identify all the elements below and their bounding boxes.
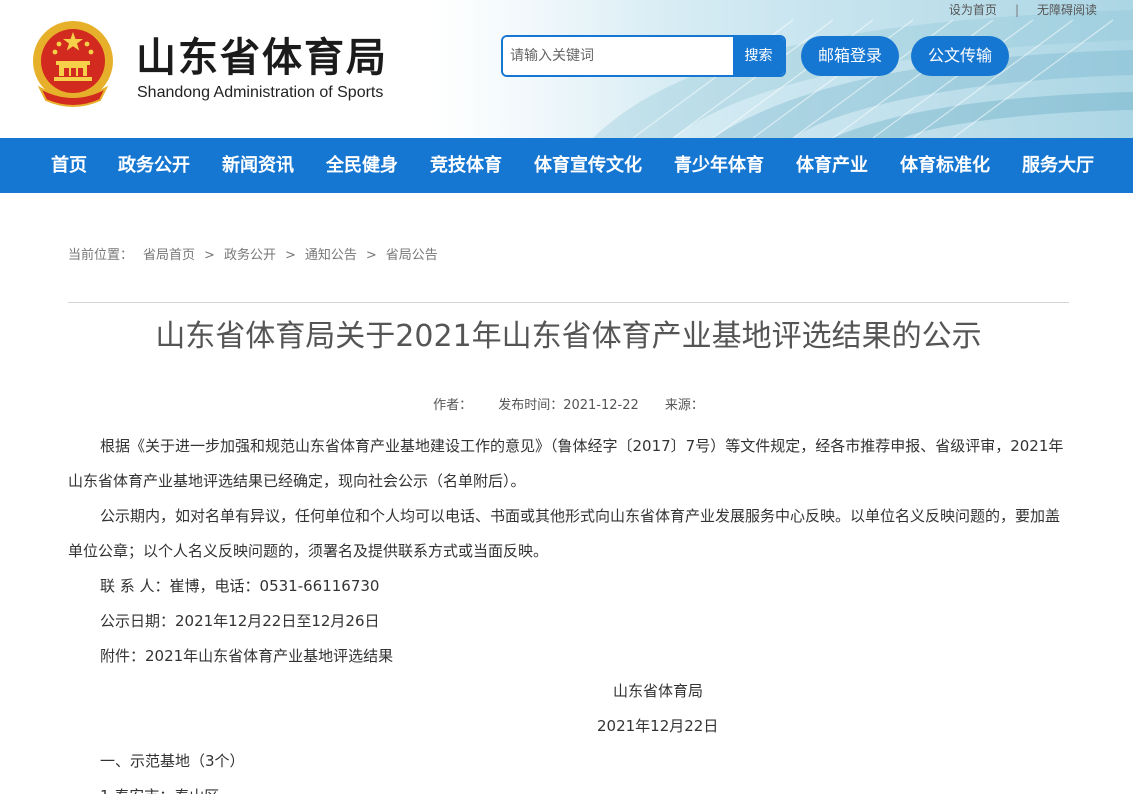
site-subtitle: Shandong Administration of Sports bbox=[137, 84, 384, 101]
nav-item-sports-industry[interactable]: 体育产业 bbox=[796, 138, 868, 193]
article-period: 公示日期：2021年12月22日至12月26日 bbox=[100, 612, 380, 630]
search-button[interactable]: 搜索 bbox=[733, 37, 784, 75]
article-meta: 作者： 发布时间：2021-12-22 来源： bbox=[68, 397, 1069, 415]
document-transfer-button[interactable]: 公文传输 bbox=[911, 36, 1009, 76]
breadcrumb-item-government-affairs[interactable]: 政务公开 bbox=[224, 247, 276, 265]
article-body: 根据《关于进一步加强和规范山东省体育产业基地建设工作的意见》（鲁体经字〔2017… bbox=[68, 429, 1069, 794]
article-paragraph: 根据《关于进一步加强和规范山东省体育产业基地建设工作的意见》（鲁体经字〔2017… bbox=[68, 437, 1064, 490]
nav-item-standardization[interactable]: 体育标准化 bbox=[900, 138, 990, 193]
breadcrumb-separator: > bbox=[204, 248, 215, 263]
nav-item-sports-culture[interactable]: 体育宣传文化 bbox=[534, 138, 642, 193]
article-signature: 山东省体育局 bbox=[613, 682, 704, 700]
article-list-item: 1.泰安市：泰山区 bbox=[68, 779, 1069, 794]
nav-item-youth-sports[interactable]: 青少年体育 bbox=[674, 138, 764, 193]
search-box: 搜索 bbox=[501, 35, 786, 77]
article-source: 来源： bbox=[664, 398, 704, 413]
breadcrumb-separator: > bbox=[284, 248, 296, 263]
set-homepage-link[interactable]: 设为首页 bbox=[949, 2, 997, 18]
national-emblem-icon bbox=[33, 21, 113, 107]
accessibility-link[interactable]: 无障碍阅读 bbox=[1037, 2, 1097, 18]
article-paragraph: 公示期内，如对名单有异议，任何单位和个人均可以电话、书面或其他形式向山东省体育产… bbox=[68, 507, 1061, 560]
mail-login-button[interactable]: 邮箱登录 bbox=[801, 36, 899, 76]
breadcrumb-label: 当前位置： bbox=[68, 248, 134, 263]
article-section-heading: 一、示范基地（3个） bbox=[100, 752, 245, 770]
article-publish-date: 发布时间：2021-12-22 bbox=[498, 398, 639, 413]
site-title: 山东省体育局 bbox=[136, 35, 388, 81]
nav-item-fitness[interactable]: 全民健身 bbox=[326, 138, 398, 193]
article-title: 山东省体育局关于2021年山东省体育产业基地评选结果的公示 bbox=[155, 319, 982, 354]
breadcrumb: 当前位置： 省局首页 > 政务公开 > 通知公告 > 省局公告 bbox=[68, 247, 438, 265]
article-attachment[interactable]: 附件：2021年山东省体育产业基地评选结果 bbox=[68, 639, 1069, 674]
breadcrumb-divider bbox=[68, 302, 1069, 303]
top-links: 设为首页 | 无障碍阅读 bbox=[949, 2, 1097, 18]
breadcrumb-item-home[interactable]: 省局首页 bbox=[143, 247, 195, 265]
nav-item-competitive-sports[interactable]: 竞技体育 bbox=[430, 138, 502, 193]
main-nav: 首页 政务公开 新闻资讯 全民健身 竞技体育 体育宣传文化 青少年体育 体育产业… bbox=[0, 138, 1133, 193]
article-author: 作者： bbox=[433, 398, 473, 413]
top-links-separator: | bbox=[1014, 3, 1019, 17]
breadcrumb-item-notices[interactable]: 通知公告 bbox=[305, 247, 357, 265]
nav-item-home[interactable]: 首页 bbox=[51, 138, 87, 193]
breadcrumb-separator: > bbox=[365, 248, 377, 263]
nav-item-service-hall[interactable]: 服务大厅 bbox=[1022, 138, 1094, 193]
breadcrumb-item-bureau-announcements[interactable]: 省局公告 bbox=[386, 247, 438, 265]
nav-item-news[interactable]: 新闻资讯 bbox=[222, 138, 294, 193]
search-input[interactable] bbox=[503, 37, 735, 75]
article-sign-date: 2021年12月22日 bbox=[597, 717, 719, 735]
article-contact: 联 系 人：崔博，电话：0531-66116730 bbox=[100, 577, 380, 595]
site-header: 山东省体育局 Shandong Administration of Sports… bbox=[0, 0, 1133, 138]
nav-item-government-affairs[interactable]: 政务公开 bbox=[118, 138, 190, 193]
